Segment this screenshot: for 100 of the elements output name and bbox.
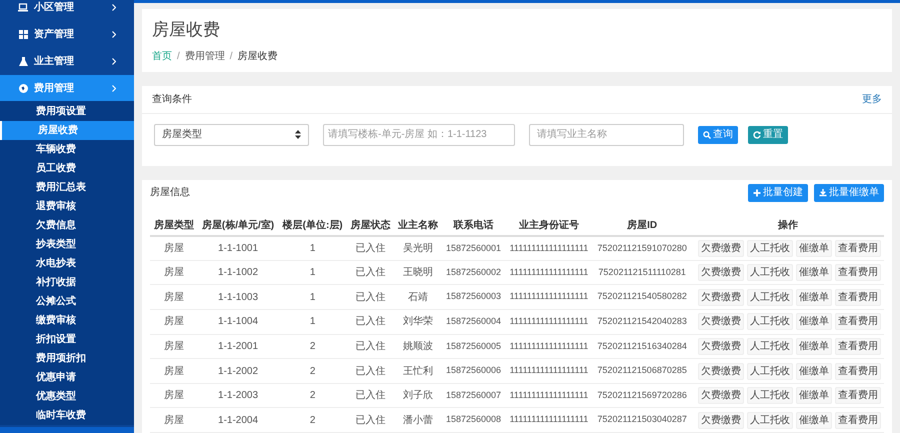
table-cell: 房屋 bbox=[150, 358, 198, 384]
action-button[interactable]: 欠费缴费 bbox=[698, 288, 744, 306]
action-button[interactable]: 催缴单 bbox=[796, 313, 832, 330]
action-button[interactable]: 催缴单 bbox=[796, 338, 832, 355]
table-cell: 已入住 bbox=[346, 408, 394, 432]
table-cell: 1-1-1001 bbox=[198, 236, 278, 260]
type-select[interactable]: 房屋类型 bbox=[154, 124, 309, 146]
action-button[interactable]: 欠费缴费 bbox=[698, 313, 744, 330]
action-button[interactable]: 查看费用 bbox=[834, 362, 881, 380]
action-button[interactable]: 人工托收 bbox=[746, 362, 793, 380]
action-button[interactable]: 催缴单 bbox=[796, 264, 832, 282]
table-cell: 房屋 bbox=[150, 236, 198, 260]
sidebar-subitem[interactable]: 退费审核 bbox=[0, 197, 134, 216]
sidebar-subitem[interactable]: 公摊公式 bbox=[0, 292, 134, 311]
table-cell: 2 bbox=[278, 358, 347, 384]
table-cell: 1-1-1002 bbox=[198, 260, 278, 285]
action-button[interactable]: 查看费用 bbox=[834, 412, 881, 429]
globe-icon bbox=[18, 84, 28, 92]
sidebar-subitem[interactable]: 优惠申请 bbox=[0, 368, 134, 387]
table-cell: 房屋 bbox=[150, 408, 198, 432]
action-button[interactable]: 查看费用 bbox=[834, 240, 881, 257]
sidebar-subitem[interactable]: 临时车收费 bbox=[0, 406, 134, 425]
table-cell: 752021121516340284 bbox=[592, 334, 692, 359]
table-cell: 111111111111111111 bbox=[505, 260, 593, 285]
action-button[interactable]: 人工托收 bbox=[746, 240, 793, 257]
sidebar-subitem[interactable]: 房屋收费 bbox=[0, 121, 134, 140]
sidebar-subitem[interactable]: 费用汇总表 bbox=[0, 178, 134, 197]
table-cell: 1-1-2004 bbox=[198, 408, 278, 432]
action-button[interactable]: 人工托收 bbox=[746, 387, 793, 404]
action-button[interactable]: 催缴单 bbox=[796, 362, 832, 380]
table-cell: 刘华荣 bbox=[394, 310, 442, 334]
action-button[interactable]: 人工托收 bbox=[746, 313, 793, 330]
action-button[interactable]: 欠费缴费 bbox=[698, 387, 744, 404]
owner-field[interactable]: 请填写业主名称 bbox=[529, 124, 684, 146]
table-cell: 房屋 bbox=[150, 310, 198, 334]
sidebar-subitem[interactable]: 抄表类型 bbox=[0, 235, 134, 254]
section-title: 房屋信息 bbox=[150, 186, 190, 200]
grid-icon bbox=[18, 30, 28, 39]
table-cell: 房屋 bbox=[150, 334, 198, 359]
table-cell: 752021121542040283 bbox=[592, 310, 692, 334]
action-button[interactable]: 人工托收 bbox=[746, 412, 793, 429]
breadcrumb-separator: / bbox=[177, 50, 180, 64]
sidebar-subitem[interactable]: 欠费信息 bbox=[0, 216, 134, 235]
table-cell: 752021121506870285 bbox=[592, 358, 692, 384]
action-button[interactable]: 查看费用 bbox=[834, 264, 881, 282]
action-button[interactable]: 查看费用 bbox=[834, 288, 881, 306]
room-field[interactable]: 请填写楼栋-单元-房屋 如：1-1-1123 bbox=[323, 124, 515, 146]
table-cell: 房屋 bbox=[150, 260, 198, 285]
chevron-right-icon bbox=[112, 31, 116, 38]
action-button[interactable]: 人工托收 bbox=[746, 288, 793, 306]
sidebar-subitem[interactable]: 车辆收费 bbox=[0, 140, 134, 159]
action-button[interactable]: 欠费缴费 bbox=[698, 264, 744, 282]
sidebar-subitem[interactable]: 水电抄表 bbox=[0, 254, 134, 273]
table-cell: 1-1-1004 bbox=[198, 310, 278, 334]
sidebar-subitem[interactable]: 缴费审核 bbox=[0, 311, 134, 330]
sidebar-item[interactable]: 费用管理 bbox=[0, 75, 134, 102]
table-cell: 111111111111111111 bbox=[505, 383, 593, 408]
table-cell: 姚顺波 bbox=[394, 334, 442, 359]
sidebar-subitem[interactable]: 费用项设置 bbox=[0, 102, 134, 121]
column-header: 楼层(单位:层) bbox=[278, 216, 347, 236]
batch-button[interactable]: 批量催缴单 bbox=[814, 184, 884, 202]
column-header: 房屋ID bbox=[592, 216, 692, 236]
table-cell: 1-1-2002 bbox=[198, 358, 278, 384]
action-button[interactable]: 人工托收 bbox=[746, 338, 793, 355]
table-cell: 1 bbox=[278, 310, 347, 334]
sidebar-subitem[interactable]: 员工收费 bbox=[0, 159, 134, 178]
breadcrumb-link[interactable]: 费用管理 bbox=[184, 48, 225, 64]
table-cell: 吴光明 bbox=[394, 236, 442, 260]
table-cell: 111111111111111111 bbox=[505, 310, 593, 334]
action-button[interactable]: 查看费用 bbox=[834, 338, 881, 355]
action-button[interactable]: 催缴单 bbox=[796, 240, 832, 257]
sidebar-subitem[interactable]: 费用项折扣 bbox=[0, 349, 134, 368]
action-button[interactable]: 欠费缴费 bbox=[698, 338, 744, 355]
table-cell: 111111111111111111 bbox=[505, 236, 593, 260]
table-cell: 15872560002 bbox=[442, 260, 506, 285]
action-button[interactable]: 欠费缴费 bbox=[698, 412, 744, 429]
more-link[interactable]: 更多 bbox=[862, 92, 882, 106]
action-button[interactable]: 查看费用 bbox=[834, 313, 881, 330]
breadcrumb-current: 房屋收费 bbox=[238, 50, 278, 64]
sidebar-subitem[interactable]: 优惠类型 bbox=[0, 387, 134, 406]
table-cell: 752021121503040287 bbox=[592, 408, 692, 432]
action-button[interactable]: 欠费缴费 bbox=[698, 362, 744, 380]
action-button[interactable]: 催缴单 bbox=[796, 288, 832, 306]
table-cell: 752021121591070280 bbox=[592, 236, 692, 260]
action-button[interactable]: 欠费缴费 bbox=[698, 240, 744, 257]
section-title: 查询条件 bbox=[152, 92, 192, 106]
action-button[interactable]: 催缴单 bbox=[796, 412, 832, 429]
table-cell: 752021121511110281 bbox=[592, 260, 692, 285]
sidebar-subitem[interactable]: 折扣设置 bbox=[0, 330, 134, 349]
chevron-right-icon bbox=[112, 84, 116, 92]
search-button[interactable]: 查询 bbox=[698, 126, 738, 144]
action-button[interactable]: 催缴单 bbox=[796, 387, 832, 404]
action-button[interactable]: 人工托收 bbox=[746, 264, 793, 282]
table-cell: 15872560004 bbox=[442, 310, 506, 334]
sidebar-subitem[interactable]: 补打收据 bbox=[0, 273, 134, 292]
column-header: 操作 bbox=[692, 216, 884, 236]
table-cell: 已入住 bbox=[346, 260, 394, 285]
reset-button[interactable]: 重置 bbox=[748, 126, 788, 144]
action-button[interactable]: 查看费用 bbox=[834, 387, 881, 404]
batch-button[interactable]: 批量创建 bbox=[748, 184, 808, 202]
